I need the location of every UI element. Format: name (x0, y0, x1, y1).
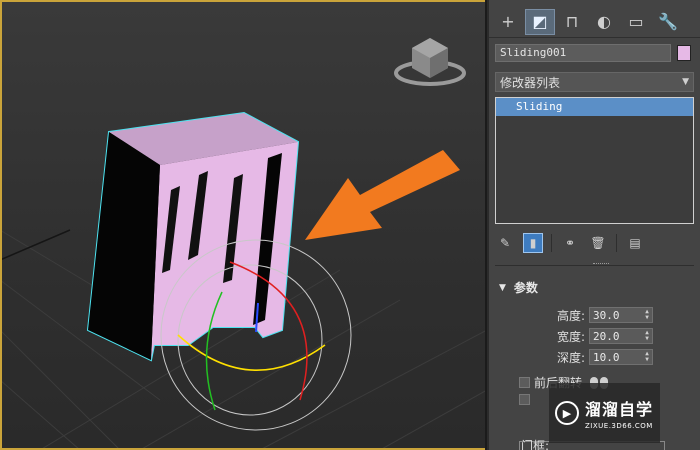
second-option-row (519, 394, 530, 405)
plus-icon: + (501, 12, 515, 31)
trash-icon[interactable]: 🗑 (588, 233, 608, 253)
object-name-field[interactable]: Sliding001 (495, 44, 671, 62)
make-unique-icon[interactable]: ⚭ (560, 233, 580, 253)
view-cube-icon[interactable] (394, 38, 466, 86)
annotation-arrow (305, 150, 460, 240)
height-label: 高度: (556, 308, 585, 323)
chevron-down-icon: ▼ (682, 77, 689, 87)
parameters-title: 参数 (513, 281, 538, 295)
stack-item-sliding[interactable]: Sliding (496, 98, 693, 116)
display-tab[interactable]: ▭ (621, 9, 651, 35)
depth-row: 深度: 10.0 ▲ ▼ (507, 348, 689, 366)
display-icon: ▭ (628, 12, 644, 31)
flip-front-back-checkbox[interactable] (519, 377, 530, 388)
watermark-text: 溜溜自学 ZIXUE.3D66.COM (585, 396, 653, 430)
motion-tab[interactable]: ◐ (589, 9, 619, 35)
collapse-icon: ▼ (499, 282, 506, 293)
perspective-viewport[interactable] (0, 0, 487, 450)
toolbar-divider (551, 234, 552, 252)
depth-spinner[interactable]: 10.0 ▲ ▼ (589, 349, 653, 365)
configure-sets-icon[interactable]: ▤ (625, 233, 645, 253)
door-frame-label: 门框: (521, 439, 550, 450)
width-label: 宽度: (556, 329, 585, 344)
utilities-icon: 🔧 (658, 12, 678, 31)
object-color-swatch[interactable] (677, 45, 691, 61)
height-row: 高度: 30.0 ▲ ▼ (507, 306, 689, 324)
command-panel-tabs: + ◩ ⊓ ◐ ▭ 🔧 (489, 0, 700, 38)
spinner-arrows-icon[interactable]: ▲ ▼ (642, 330, 652, 342)
sliding-door-object[interactable] (86, 111, 300, 362)
spinner-arrows-icon[interactable]: ▲ ▼ (642, 351, 652, 363)
depth-label: 深度: (556, 350, 585, 365)
utilities-tab[interactable]: 🔧 (653, 9, 683, 35)
hierarchy-tab[interactable]: ⊓ (557, 9, 587, 35)
width-row: 宽度: 20.0 ▲ ▼ (507, 327, 689, 345)
pin-stack-icon[interactable]: ✎ (495, 233, 515, 253)
hierarchy-icon: ⊓ (565, 12, 579, 31)
toolbar-divider (616, 234, 617, 252)
viewport-scene (0, 38, 485, 450)
second-option-checkbox[interactable] (519, 394, 530, 405)
resize-grip[interactable] (593, 263, 609, 266)
modify-tab[interactable]: ◩ (525, 8, 555, 35)
depth-value: 10.0 (593, 350, 620, 364)
width-value: 20.0 (593, 329, 620, 343)
play-logo-icon: ▶ (555, 401, 579, 425)
watermark-title: 溜溜自学 (585, 400, 654, 419)
watermark-url: ZIXUE.3D66.COM (585, 422, 653, 430)
height-value: 30.0 (593, 308, 620, 322)
height-spinner[interactable]: 30.0 ▲ ▼ (589, 307, 653, 323)
modifier-stack-toolbar: ✎ ▮ ⚭ 🗑 ▤ (495, 231, 694, 255)
watermark: ▶ 溜溜自学 ZIXUE.3D66.COM (549, 383, 660, 443)
modify-icon: ◩ (532, 12, 548, 31)
panel-divider[interactable] (495, 263, 694, 271)
show-end-result-icon[interactable]: ▮ (523, 233, 543, 253)
modifier-list-label: 修改器列表 (500, 75, 561, 90)
spinner-arrows-icon[interactable]: ▲ ▼ (642, 309, 652, 321)
create-tab[interactable]: + (493, 9, 523, 35)
modifier-stack[interactable]: Sliding (495, 97, 694, 224)
width-spinner[interactable]: 20.0 ▲ ▼ (589, 328, 653, 344)
modifier-list-dropdown[interactable]: 修改器列表 ▼ (495, 72, 694, 92)
parameters-rollout-header[interactable]: ▼ 参数 (499, 279, 538, 296)
object-name-row: Sliding001 (495, 43, 695, 63)
motion-icon: ◐ (597, 12, 611, 31)
